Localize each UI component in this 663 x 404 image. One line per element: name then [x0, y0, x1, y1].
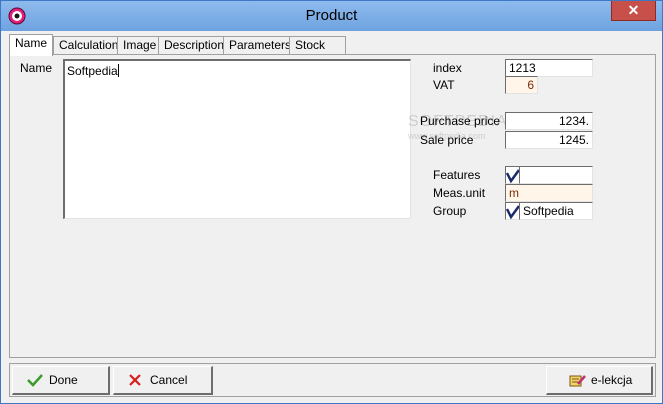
- close-button[interactable]: ✕: [611, 1, 656, 21]
- product-window: Product ✕ Name Calculation Image Descrip…: [0, 0, 663, 404]
- tab-name[interactable]: Name: [9, 34, 54, 56]
- name-textarea[interactable]: Softpedia: [63, 59, 411, 219]
- vat-label: VAT: [433, 78, 455, 92]
- window-title: Product: [305, 7, 358, 24]
- done-button[interactable]: Done: [12, 366, 110, 395]
- button-bar: Done Cancel e-lekcja: [9, 363, 656, 397]
- name-value: Softpedia: [67, 64, 118, 78]
- done-label: Done: [49, 373, 78, 387]
- title-bar: Product ✕: [1, 1, 662, 31]
- elekcja-button[interactable]: e-lekcja: [546, 366, 653, 395]
- purchase-price-input[interactable]: 1234.: [505, 112, 593, 130]
- features-input[interactable]: [519, 166, 593, 184]
- index-label: index: [433, 61, 462, 75]
- sale-price-input[interactable]: 1245.: [505, 131, 593, 149]
- tab-stock[interactable]: Stock: [289, 36, 346, 55]
- x-icon: [129, 374, 141, 386]
- index-input[interactable]: 1213: [505, 59, 593, 77]
- check-icon: [27, 374, 43, 387]
- meas-unit-label: Meas.unit: [433, 186, 486, 200]
- group-input[interactable]: Softpedia: [519, 202, 593, 220]
- tab-parameters[interactable]: Parameters: [223, 36, 298, 55]
- features-picker-button[interactable]: [505, 166, 520, 184]
- elekcja-label: e-lekcja: [591, 373, 633, 387]
- tab-description[interactable]: Description: [158, 36, 231, 55]
- group-picker-button[interactable]: [505, 202, 520, 220]
- features-label: Features: [433, 168, 481, 182]
- vat-input[interactable]: 6: [505, 76, 538, 94]
- book-pencil-icon: [569, 375, 586, 387]
- text-caret: [117, 64, 119, 77]
- checkmark-icon: [506, 169, 520, 184]
- cancel-label: Cancel: [150, 373, 188, 387]
- name-label: Name: [20, 61, 53, 75]
- checkmark-icon: [506, 205, 520, 220]
- tab-panel: Name Softpedia index 1213 VAT 6 SOFTPEDI…: [9, 54, 656, 358]
- tab-image[interactable]: Image: [117, 36, 163, 55]
- purchase-price-label: Purchase price: [420, 114, 501, 128]
- cancel-button[interactable]: Cancel: [113, 366, 213, 395]
- tab-calculation[interactable]: Calculation: [53, 36, 125, 55]
- sale-price-label: Sale price: [420, 133, 474, 147]
- group-label: Group: [433, 204, 467, 218]
- meas-unit-input[interactable]: m: [505, 184, 593, 202]
